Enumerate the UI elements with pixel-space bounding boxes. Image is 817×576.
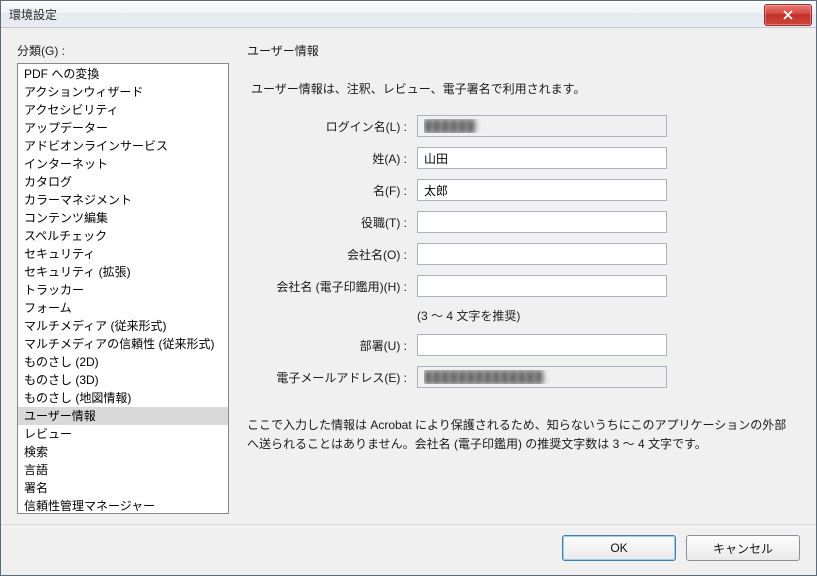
button-bar: OK キャンセル <box>1 524 816 575</box>
input-unit[interactable] <box>417 334 667 356</box>
input-login <box>417 115 667 137</box>
label-org-seal: 会社名 (電子印鑑用)(H) : <box>247 278 417 295</box>
row-first-name: 名(F) : <box>247 179 800 201</box>
category-item[interactable]: PDF への変換 <box>18 65 228 83</box>
label-unit: 部署(U) : <box>247 337 417 354</box>
input-last-name[interactable] <box>417 147 667 169</box>
row-org-seal: 会社名 (電子印鑑用)(H) : <box>247 275 800 297</box>
category-item[interactable]: 信頼性管理マネージャー <box>18 497 228 514</box>
label-last-name: 姓(A) : <box>247 150 417 167</box>
category-label: 分類(G) : <box>17 42 229 59</box>
category-item[interactable]: アクションウィザード <box>18 83 228 101</box>
input-first-name[interactable] <box>417 179 667 201</box>
category-item[interactable]: フォーム <box>18 299 228 317</box>
category-item[interactable]: カラーマネジメント <box>18 191 228 209</box>
category-item[interactable]: インターネット <box>18 155 228 173</box>
dialog-body: 分類(G) : PDF への変換アクションウィザードアクセシビリティアップデータ… <box>1 28 816 524</box>
category-pane: 分類(G) : PDF への変換アクションウィザードアクセシビリティアップデータ… <box>17 42 229 514</box>
panel-footnote: ここで入力した情報は Acrobat により保護されるため、知らないうちにこのア… <box>247 416 800 454</box>
label-email: 電子メールアドレス(E) : <box>247 369 417 386</box>
category-item[interactable]: スペルチェック <box>18 227 228 245</box>
window-title: 環境設定 <box>9 6 764 23</box>
input-org-seal[interactable] <box>417 275 667 297</box>
category-item[interactable]: ものさし (3D) <box>18 371 228 389</box>
row-org: 会社名(O) : <box>247 243 800 265</box>
label-title: 役職(T) : <box>247 214 417 231</box>
category-item[interactable]: 署名 <box>18 479 228 497</box>
user-info-form: ログイン名(L) : 姓(A) : 名(F) : 役職(T) : 会社名(O) <box>247 115 800 388</box>
panel-title: ユーザー情報 <box>247 42 800 59</box>
category-item[interactable]: 言語 <box>18 461 228 479</box>
cancel-button[interactable]: キャンセル <box>686 535 800 561</box>
category-item[interactable]: ものさし (地図情報) <box>18 389 228 407</box>
category-item[interactable]: アドビオンラインサービス <box>18 137 228 155</box>
category-item[interactable]: トラッカー <box>18 281 228 299</box>
category-item[interactable]: アクセシビリティ <box>18 101 228 119</box>
category-item[interactable]: ユーザー情報 <box>18 407 228 425</box>
input-email[interactable] <box>417 366 667 388</box>
category-listbox[interactable]: PDF への変換アクションウィザードアクセシビリティアップデーターアドビオンライ… <box>17 63 229 514</box>
category-item[interactable]: カタログ <box>18 173 228 191</box>
titlebar: 環境設定 <box>1 1 816 28</box>
category-item[interactable]: レビュー <box>18 425 228 443</box>
preferences-window: 環境設定 分類(G) : PDF への変換アクションウィザードアクセシビリティア… <box>0 0 817 576</box>
label-first-name: 名(F) : <box>247 182 417 199</box>
category-item[interactable]: セキュリティ (拡張) <box>18 263 228 281</box>
category-item[interactable]: 検索 <box>18 443 228 461</box>
row-seal-hint: (3 ～ 4 文字を推奨) <box>247 307 800 324</box>
row-unit: 部署(U) : <box>247 334 800 356</box>
label-login: ログイン名(L) : <box>247 118 417 135</box>
category-item[interactable]: アップデーター <box>18 119 228 137</box>
row-email: 電子メールアドレス(E) : <box>247 366 800 388</box>
row-title: 役職(T) : <box>247 211 800 233</box>
panel-description: ユーザー情報は、注釈、レビュー、電子署名で利用されます。 <box>251 80 800 97</box>
close-icon <box>783 10 793 20</box>
input-title[interactable] <box>417 211 667 233</box>
category-item[interactable]: コンテンツ編集 <box>18 209 228 227</box>
cancel-button-label: キャンセル <box>713 540 773 557</box>
row-last-name: 姓(A) : <box>247 147 800 169</box>
input-org[interactable] <box>417 243 667 265</box>
close-button[interactable] <box>764 4 812 26</box>
category-item[interactable]: ものさし (2D) <box>18 353 228 371</box>
category-item[interactable]: マルチメディアの信頼性 (従来形式) <box>18 335 228 353</box>
seal-hint: (3 ～ 4 文字を推奨) <box>417 307 520 324</box>
category-item[interactable]: マルチメディア (従来形式) <box>18 317 228 335</box>
label-org: 会社名(O) : <box>247 246 417 263</box>
category-item[interactable]: セキュリティ <box>18 245 228 263</box>
row-login: ログイン名(L) : <box>247 115 800 137</box>
ok-button[interactable]: OK <box>562 535 676 561</box>
ok-button-label: OK <box>610 541 627 555</box>
settings-pane: ユーザー情報 ユーザー情報は、注釈、レビュー、電子署名で利用されます。 ログイン… <box>247 42 800 514</box>
